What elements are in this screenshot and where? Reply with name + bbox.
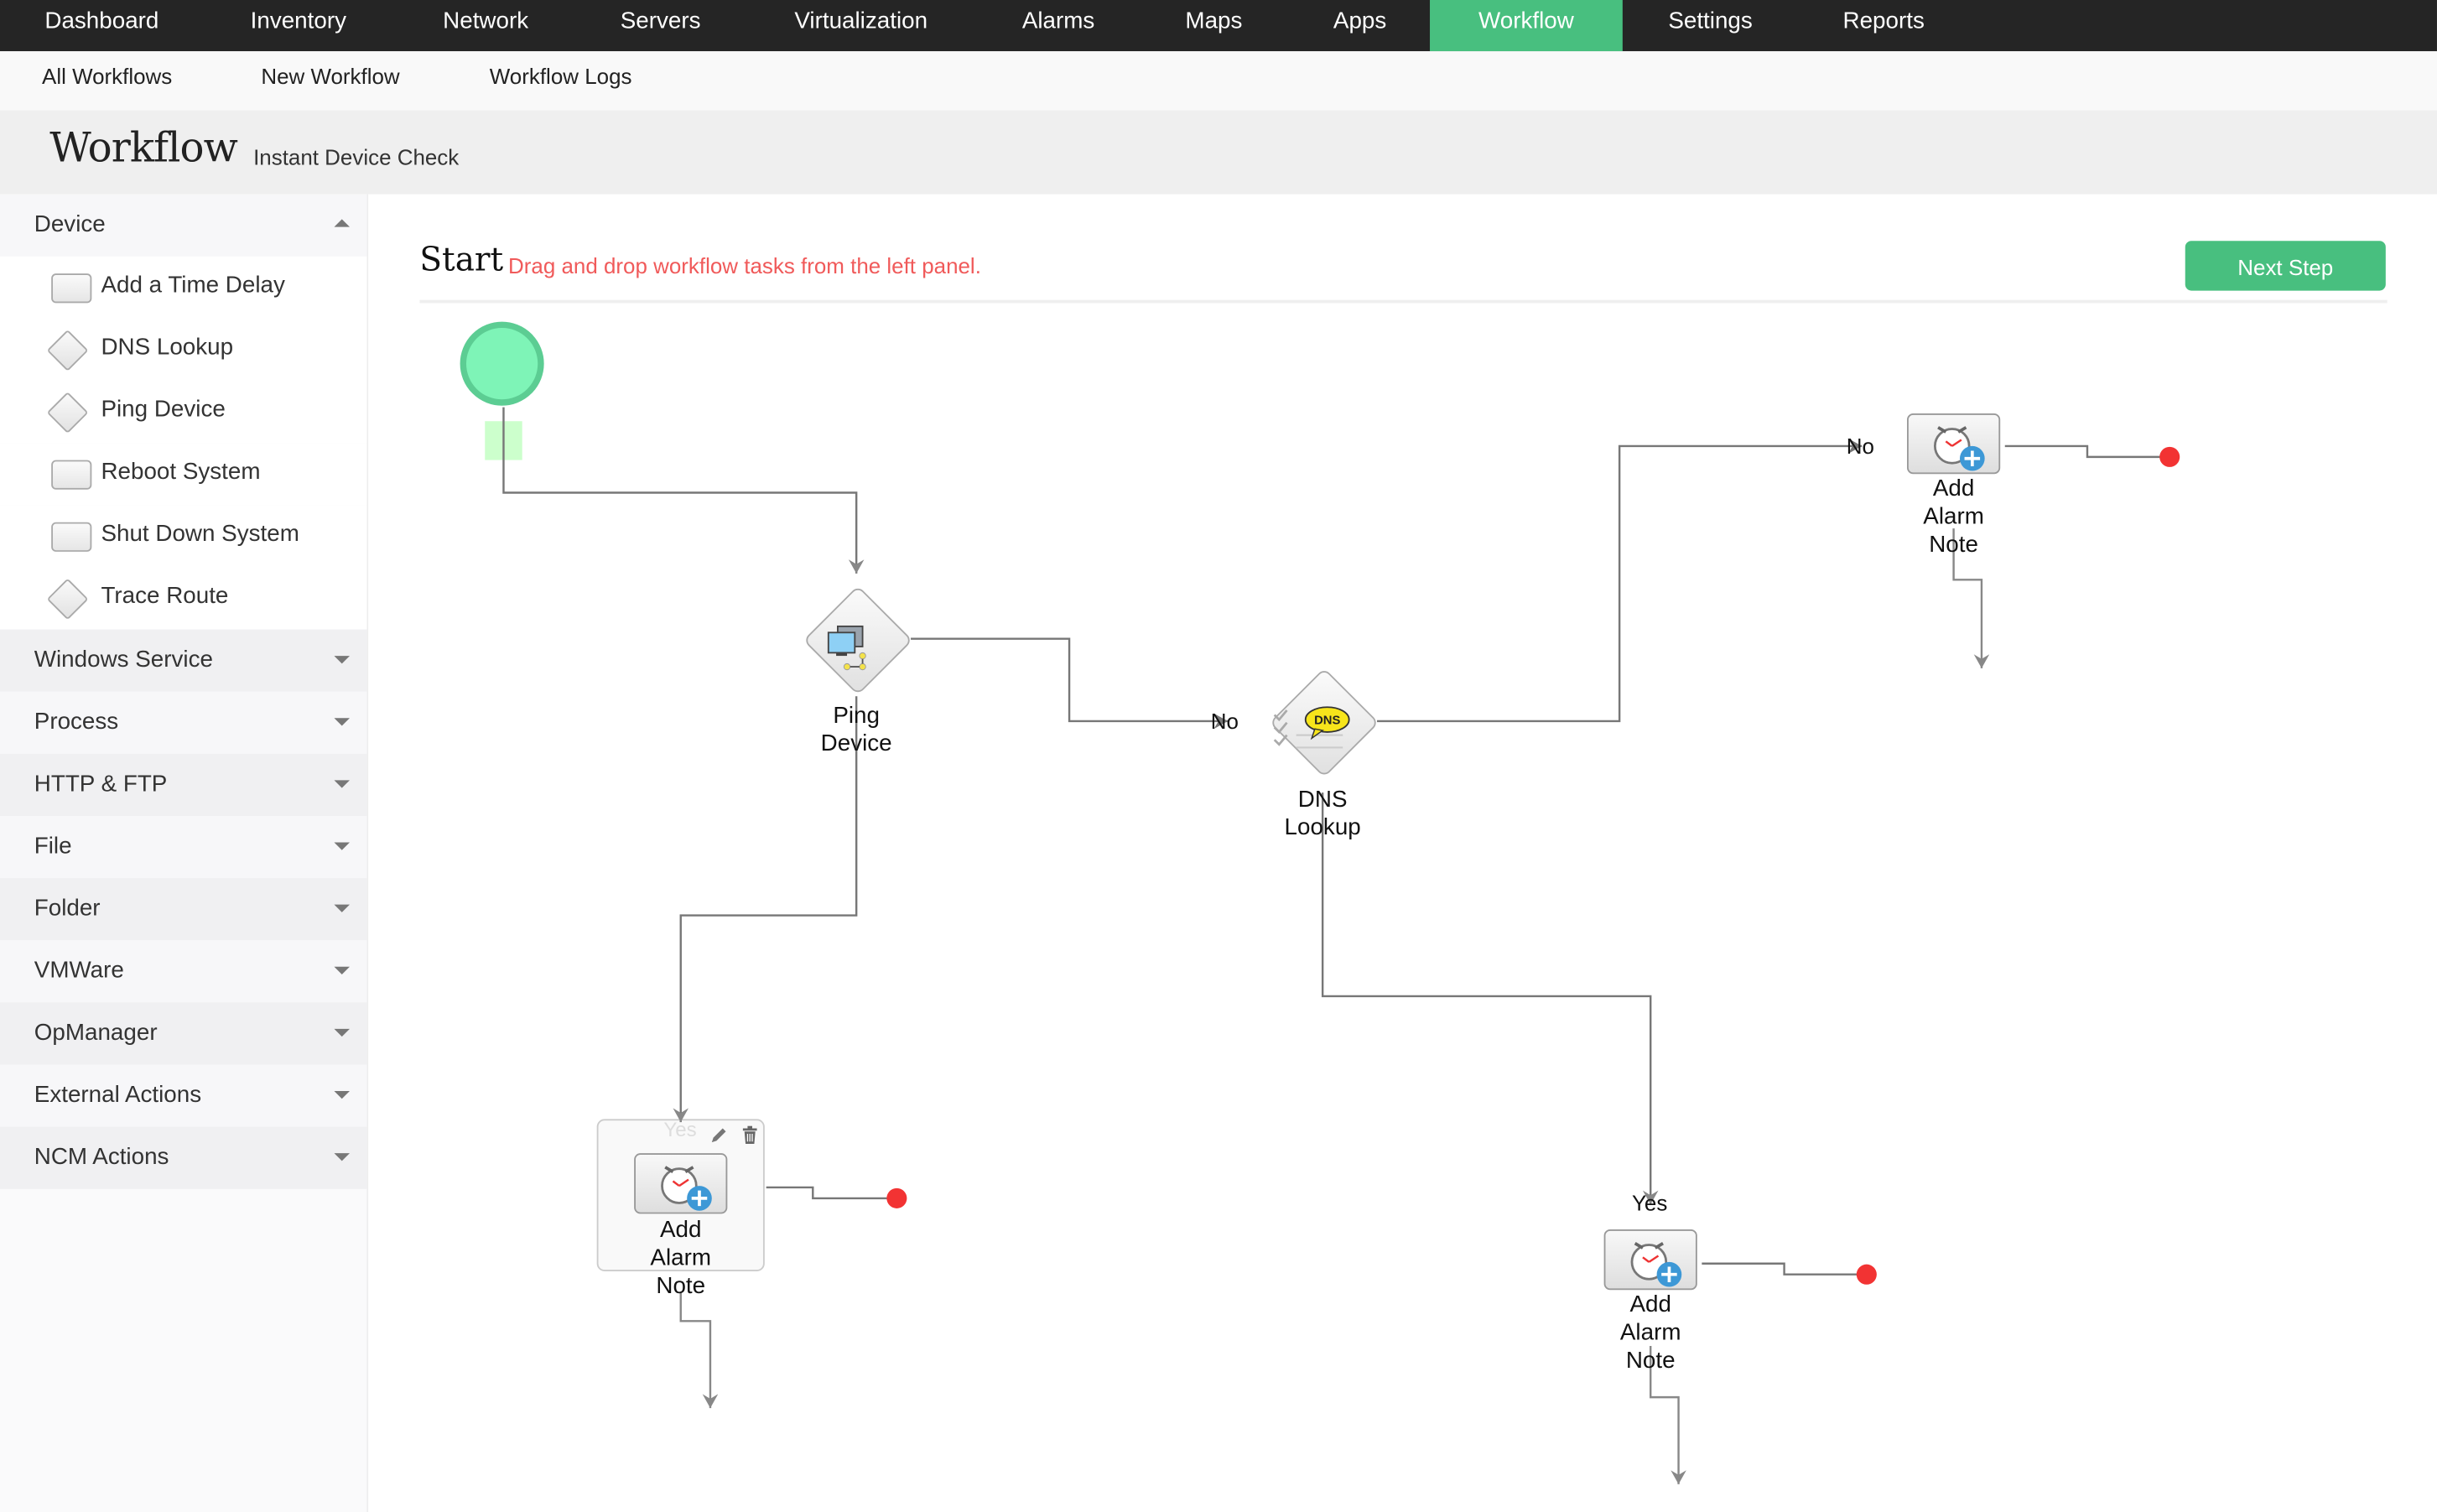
- add-alarm-note-label: Add Alarm Note: [1891, 475, 2015, 559]
- edit-icon[interactable]: [709, 1125, 729, 1153]
- edge-alarm2-end: [2004, 444, 2164, 459]
- start-node[interactable]: [460, 321, 544, 406]
- edge-ping-alarm1: [673, 696, 858, 1123]
- workflow-connectors: [460, 321, 2180, 1484]
- label-line: Note: [656, 1272, 706, 1300]
- label-line: Add: [659, 1217, 702, 1244]
- label-line: Note: [1929, 531, 1978, 559]
- edge-label-dns-no: No: [1846, 434, 1874, 459]
- edge-ping-dns: [911, 637, 1229, 730]
- end-node[interactable]: [1856, 1264, 1877, 1285]
- edge-label-ping-no: No: [1210, 709, 1239, 734]
- app-root: Dashboard Inventory Network Servers Virt…: [0, 0, 2437, 1512]
- alarm-clock-plus-icon: [1933, 426, 1985, 471]
- end-node[interactable]: [886, 1187, 907, 1208]
- dns-lookup-label: DNS Lookup: [1260, 787, 1385, 843]
- label-line: Add: [1932, 475, 1975, 502]
- label-line: DNS: [1297, 786, 1348, 813]
- edge-dns-alarm3: [1321, 792, 1659, 1205]
- edge-alarm3-end: [1702, 1262, 1861, 1276]
- delete-icon[interactable]: [740, 1125, 760, 1153]
- dns-icon: DNS: [1273, 706, 1350, 749]
- label-line: Alarm: [650, 1244, 712, 1271]
- end-node[interactable]: [2159, 446, 2180, 467]
- label-line: Note: [1625, 1347, 1676, 1374]
- add-alarm-note-label: Add Alarm Note: [619, 1217, 743, 1301]
- alarm-clock-plus-icon: [661, 1166, 712, 1211]
- alarm-clock-plus-icon: [1630, 1242, 1682, 1287]
- label-line: Alarm: [1619, 1319, 1681, 1346]
- add-alarm-note-label: Add Alarm Note: [1588, 1291, 1712, 1375]
- computer-network-icon: [827, 625, 866, 671]
- edge-dns-alarm2: [1377, 438, 1863, 723]
- label-line: Lookup: [1284, 814, 1361, 841]
- edge-start-ping: [502, 407, 865, 574]
- label-line: Add: [1629, 1291, 1671, 1318]
- label-line: Ping: [833, 702, 880, 730]
- edge-alarm1-end: [766, 1186, 890, 1200]
- svg-text:DNS: DNS: [1314, 714, 1340, 728]
- label-line: Alarm: [1923, 503, 1984, 530]
- label-line: Device: [820, 730, 892, 757]
- ping-device-label: Ping Device: [794, 703, 918, 759]
- edge-label-dns-yes: Yes: [1631, 1190, 1668, 1216]
- edge-alarm1-next: [679, 1292, 719, 1409]
